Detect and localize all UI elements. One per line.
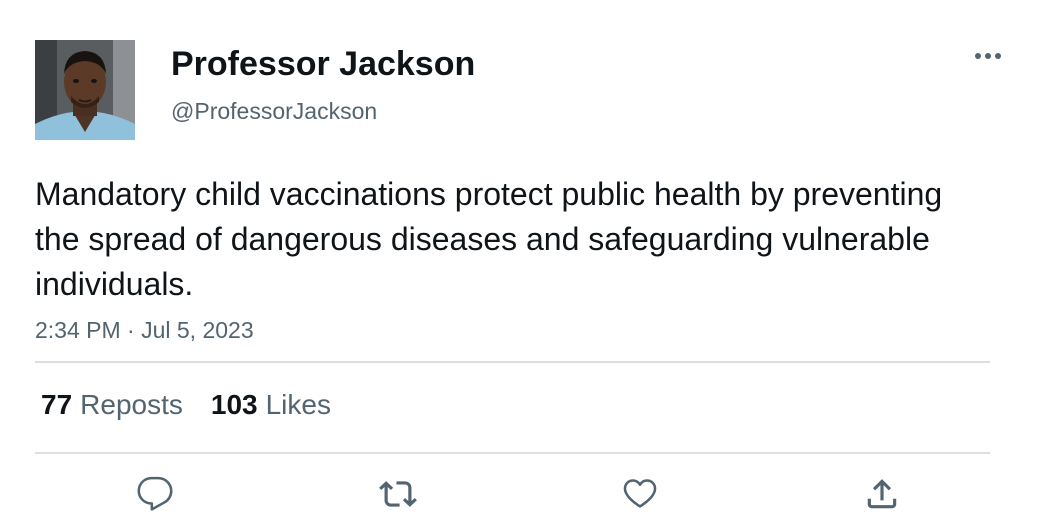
repost-icon [379, 481, 417, 507]
tweet-card: Professor Jackson @ProfessorJackson Mand… [0, 0, 1050, 525]
share-icon [867, 479, 897, 509]
divider [35, 361, 990, 363]
author-handle[interactable]: @ProfessorJackson [171, 97, 377, 125]
heart-icon [623, 479, 657, 508]
share-button[interactable] [858, 470, 906, 518]
avatar[interactable] [35, 40, 135, 140]
more-options-button[interactable] [968, 42, 1008, 70]
more-horizontal-icon [975, 53, 1001, 59]
author-display-name[interactable]: Professor Jackson [171, 44, 475, 84]
reposts-label: Reposts [80, 389, 183, 420]
likes-count: 103 [210, 389, 258, 420]
reposts-stat[interactable]: 77 Reposts [41, 388, 183, 422]
divider [35, 452, 990, 454]
like-button[interactable] [616, 470, 664, 518]
tweet-text: Mandatory child vaccinations protect pub… [35, 176, 943, 302]
engagement-stats: 77 Reposts 103 Likes [41, 388, 359, 422]
reply-icon [137, 476, 173, 511]
repost-button[interactable] [374, 470, 422, 518]
likes-stat[interactable]: 103 Likes [211, 388, 331, 422]
reposts-count: 77 [41, 389, 73, 420]
likes-label: Likes [265, 389, 331, 420]
profile-photo-icon [35, 40, 135, 140]
action-bar [0, 470, 1050, 520]
tweet-timestamp[interactable]: 2:34 PM · Jul 5, 2023 [35, 316, 254, 344]
reply-button[interactable] [131, 470, 179, 518]
